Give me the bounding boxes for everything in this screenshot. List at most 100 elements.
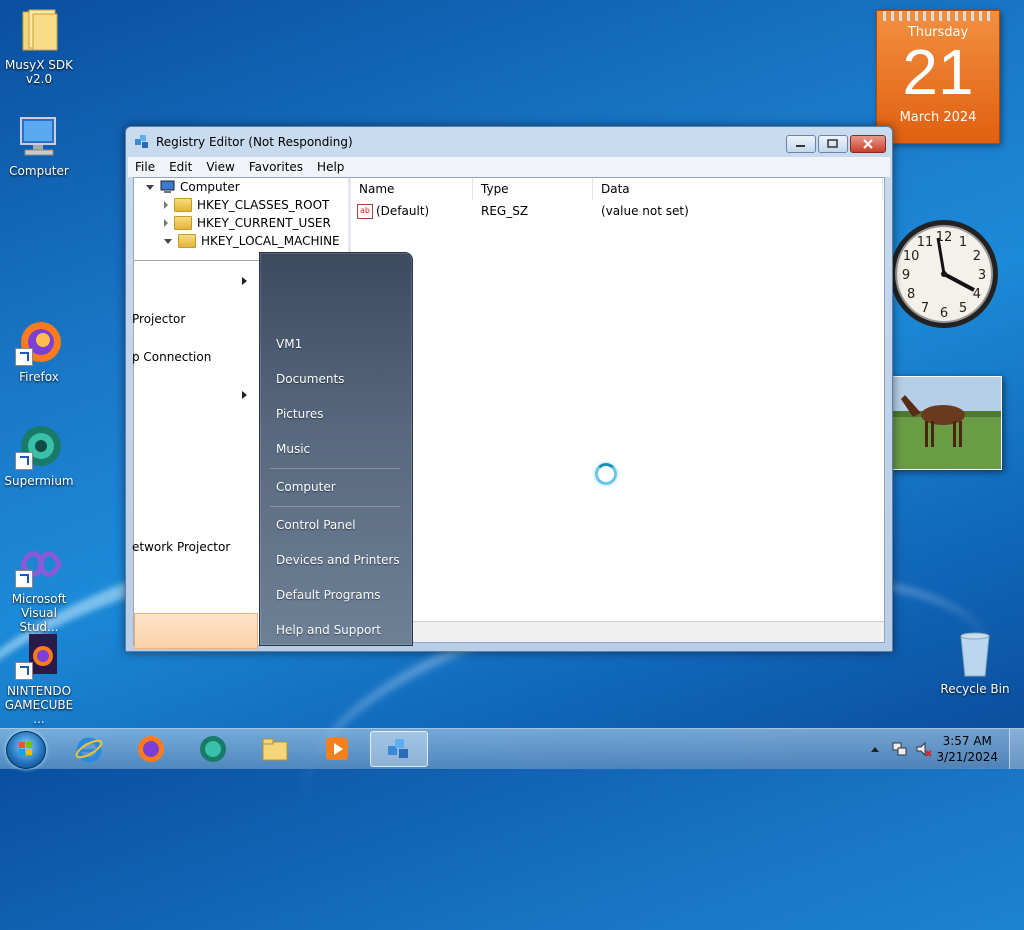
- column-header-data[interactable]: Data: [593, 178, 883, 200]
- calendar-gadget[interactable]: Thursday 21 March 2024: [876, 10, 1000, 144]
- close-button[interactable]: [850, 135, 886, 153]
- show-desktop-button[interactable]: [1009, 729, 1024, 769]
- taskbar: 3:57 AM 3/21/2024: [0, 728, 1024, 769]
- start-place-default-programs[interactable]: Default Programs: [276, 588, 381, 602]
- expand-arrow-icon[interactable]: [164, 201, 168, 209]
- start-menu-places: VM1 Documents Pictures Music Computer Co…: [259, 252, 413, 646]
- start-search-highlight[interactable]: [134, 613, 258, 649]
- menu-view[interactable]: View: [199, 160, 241, 174]
- supermium-icon: [200, 736, 226, 762]
- tree-item-hkcr[interactable]: HKEY_CLASSES_ROOT: [164, 198, 329, 212]
- taskbar-regedit[interactable]: [370, 731, 428, 767]
- start-button[interactable]: [6, 731, 46, 769]
- regedit-icon: [388, 739, 408, 758]
- desktop-icon-vs[interactable]: Microsoft Visual Stud...: [0, 540, 78, 634]
- desktop-icon-firefox[interactable]: Firefox: [0, 318, 78, 384]
- desktop-icon-supermium[interactable]: Supermium: [0, 422, 78, 488]
- firefox-icon: [15, 318, 63, 366]
- clock-numeral: 9: [902, 268, 910, 283]
- desktop-icon-musyx[interactable]: MusyX SDK v2.0: [0, 6, 78, 86]
- desktop-icon-recycle[interactable]: Recycle Bin: [936, 630, 1014, 696]
- menu-edit[interactable]: Edit: [162, 160, 199, 174]
- clock-numeral: 10: [903, 249, 920, 264]
- taskbar-clock[interactable]: 3:57 AM 3/21/2024: [936, 733, 998, 765]
- clock-numeral: 1: [959, 235, 967, 250]
- close-icon: [863, 139, 873, 149]
- string-value-icon: ab: [357, 204, 373, 219]
- folder-icon: [174, 198, 192, 212]
- start-place-computer[interactable]: Computer: [276, 480, 336, 494]
- column-header-type[interactable]: Type: [473, 178, 593, 200]
- computer-icon: [15, 112, 63, 160]
- start-item-projector[interactable]: Projector: [132, 312, 185, 326]
- start-item-connection[interactable]: p Connection: [132, 350, 211, 364]
- expand-arrow-icon[interactable]: [164, 219, 168, 227]
- menu-help[interactable]: Help: [310, 160, 351, 174]
- photo-gadget[interactable]: [890, 376, 1002, 470]
- explorer-icon: [262, 738, 288, 761]
- submenu-arrow-icon[interactable]: [242, 391, 247, 399]
- minimize-icon: [796, 145, 805, 147]
- desktop-icon-label: Firefox: [19, 370, 59, 384]
- network-icon[interactable]: [892, 741, 908, 757]
- clock-numeral: 2: [973, 249, 981, 264]
- desktop-icon-computer[interactable]: Computer: [0, 112, 78, 178]
- clock-numeral: 8: [907, 287, 915, 302]
- separator: [270, 506, 400, 507]
- desktop-icon-label: Supermium: [4, 474, 74, 488]
- collapse-arrow-icon[interactable]: [146, 184, 154, 190]
- start-place-music[interactable]: Music: [276, 442, 310, 456]
- clock-numeral: 11: [917, 235, 934, 250]
- maximize-icon: [827, 139, 838, 148]
- tree-item-computer[interactable]: Computer: [146, 180, 240, 194]
- start-place-documents[interactable]: Documents: [276, 372, 344, 386]
- taskbar-explorer[interactable]: [248, 731, 302, 767]
- collapse-arrow-icon[interactable]: [164, 238, 172, 244]
- volume-muted-icon[interactable]: [916, 741, 932, 757]
- tree-item-hklm[interactable]: HKEY_LOCAL_MACHINE: [164, 234, 340, 248]
- taskbar-supermium[interactable]: [186, 731, 240, 767]
- clock-gadget[interactable]: 12 1 2 3 4 5 6 7 8 9 10 11: [886, 212, 1002, 336]
- busy-cursor-icon: [595, 463, 617, 485]
- taskbar-media-player[interactable]: [310, 731, 364, 767]
- submenu-arrow-icon[interactable]: [242, 277, 247, 285]
- start-place-control-panel[interactable]: Control Panel: [276, 518, 356, 532]
- desktop-icon-gamecube[interactable]: NINTENDO GAMECUBE ...: [0, 632, 78, 726]
- clock-time: 3:57 AM: [942, 734, 992, 748]
- taskbar-firefox[interactable]: [124, 731, 178, 767]
- minimize-button[interactable]: [786, 135, 816, 153]
- title-bar[interactable]: Registry Editor (Not Responding): [126, 127, 892, 157]
- start-place-help[interactable]: Help and Support: [276, 623, 381, 637]
- start-place-devices[interactable]: Devices and Printers: [276, 553, 400, 567]
- ie-icon: [75, 737, 103, 763]
- start-menu-programs: Projector p Connection etwork Projector: [132, 260, 260, 649]
- desktop-icon-label: MusyX SDK v2.0: [4, 58, 74, 86]
- start-place-pictures[interactable]: Pictures: [276, 407, 324, 421]
- separator: [270, 468, 400, 469]
- folder-icon: [178, 234, 196, 248]
- supermium-icon: [15, 422, 63, 470]
- tree-item-hkcu[interactable]: HKEY_CURRENT_USER: [164, 216, 331, 230]
- start-menu[interactable]: Projector p Connection etwork Projector …: [132, 252, 413, 649]
- menu-favorites[interactable]: Favorites: [242, 160, 310, 174]
- visual-studio-icon: [15, 540, 63, 588]
- recycle-bin-icon: [951, 630, 999, 678]
- show-hidden-icons-icon[interactable]: [870, 744, 880, 754]
- calendar-rings: [883, 11, 993, 21]
- calendar-day: 21: [902, 36, 974, 108]
- computer-icon: [160, 180, 175, 193]
- start-place-vm1[interactable]: VM1: [276, 337, 302, 351]
- taskbar-ie[interactable]: [62, 731, 116, 767]
- clock-numeral: 3: [978, 268, 986, 283]
- column-header-name[interactable]: Name: [351, 178, 473, 200]
- menu-file[interactable]: File: [128, 160, 162, 174]
- clock-date: 3/21/2024: [936, 750, 998, 764]
- value-name[interactable]: ab (Default): [357, 204, 429, 219]
- values-list[interactable]: Name Type Data ab (Default) REG_SZ (value…: [351, 178, 884, 642]
- folder-icon: [15, 6, 63, 54]
- desktop-icon-label: Computer: [9, 164, 69, 178]
- maximize-button[interactable]: [818, 135, 848, 153]
- start-item-network-projector[interactable]: etwork Projector: [132, 540, 230, 554]
- firefox-icon: [138, 736, 164, 762]
- gamecube-icon: [15, 632, 63, 680]
